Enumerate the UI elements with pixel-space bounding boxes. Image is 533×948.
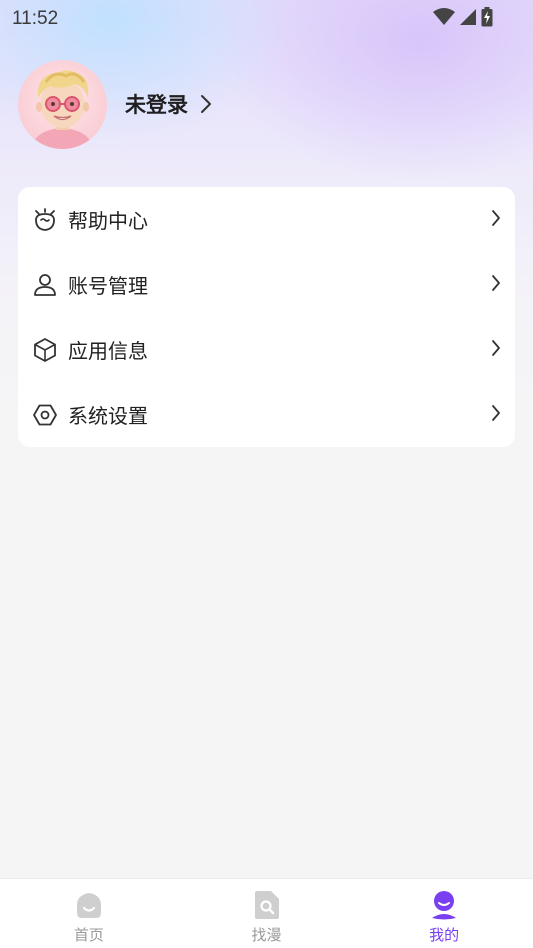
chevron-right-icon xyxy=(491,404,501,426)
nav-label: 找漫 xyxy=(251,926,282,944)
home-icon xyxy=(74,889,104,921)
menu-item-label: 帮助中心 xyxy=(68,209,148,233)
menu-item-label: 账号管理 xyxy=(68,274,148,298)
status-time: 11:52 xyxy=(12,8,59,29)
avatar[interactable] xyxy=(18,59,107,149)
nav-item-find-comics[interactable]: 找漫 xyxy=(178,879,356,948)
settings-hexagon-icon xyxy=(32,402,58,428)
status-bar: 11:52 xyxy=(0,0,533,38)
menu-item-account-management[interactable]: 账号管理 xyxy=(18,252,515,317)
battery-charging-icon xyxy=(481,7,493,31)
chevron-right-icon[interactable] xyxy=(200,94,212,114)
nav-item-home[interactable]: 首页 xyxy=(0,879,178,948)
chevron-right-icon xyxy=(491,209,501,231)
nav-label: 我的 xyxy=(429,926,460,944)
nav-label: 首页 xyxy=(73,926,104,944)
menu-item-help-center[interactable]: 帮助中心 xyxy=(18,187,515,252)
login-label[interactable]: 未登录 xyxy=(125,89,188,119)
nav-item-mine[interactable]: 我的 xyxy=(355,879,533,948)
chevron-right-icon xyxy=(491,274,501,296)
search-doc-icon xyxy=(252,889,282,921)
chevron-right-icon xyxy=(491,339,501,361)
profile-header[interactable]: 未登录 xyxy=(18,59,212,149)
bottom-nav: 首页 找漫 我的 xyxy=(0,878,533,948)
profile-icon xyxy=(429,889,459,921)
menu-item-system-settings[interactable]: 系统设置 xyxy=(18,382,515,447)
menu-card: 帮助中心 账号管理 应用信息 系统设置 xyxy=(18,187,515,447)
menu-item-label: 系统设置 xyxy=(68,404,148,428)
cellular-signal-icon xyxy=(459,8,477,30)
menu-item-app-info[interactable]: 应用信息 xyxy=(18,317,515,382)
user-account-icon xyxy=(32,272,58,298)
cube-info-icon xyxy=(32,337,58,363)
menu-item-label: 应用信息 xyxy=(68,339,148,363)
help-robot-icon xyxy=(32,207,58,233)
status-icons xyxy=(433,7,493,31)
wifi-icon xyxy=(433,8,455,30)
